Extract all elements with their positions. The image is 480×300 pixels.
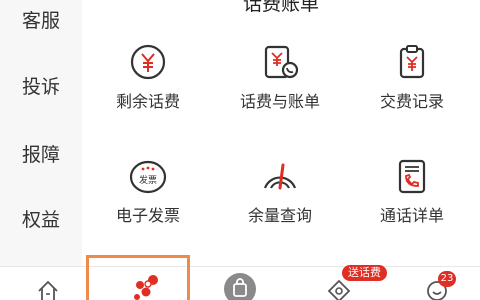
yuan-circle-icon <box>130 44 166 80</box>
section-title: 话费账单 <box>242 0 319 15</box>
sidebar-item-benefits[interactable]: 权益 <box>0 205 82 232</box>
tile-e-invoice[interactable]: 发票 电子发票 <box>82 152 214 252</box>
sidebar: 客服 投诉 报障 权益 <box>0 0 82 266</box>
service-flower-icon <box>134 275 158 300</box>
tile-label: 电子发票 <box>115 206 180 225</box>
tab-home[interactable] <box>26 267 70 300</box>
tile-bill-and-fees[interactable]: 话费与账单 <box>214 40 346 140</box>
call-detail-icon <box>398 159 426 194</box>
main-panel: 话费账单 剩余话费 话费与账单 交费记录 发票 电子发票 余量查询 通话详单 <box>82 0 480 266</box>
tab-service[interactable] <box>120 267 164 300</box>
bill-phone-icon <box>264 45 299 79</box>
bottom-tab-bar: 送话费 23 <box>0 255 480 300</box>
sidebar-item-complaint[interactable]: 投诉 <box>0 72 82 99</box>
tile-remaining-balance[interactable]: 剩余话费 <box>82 40 214 140</box>
tile-label: 交费记录 <box>379 92 444 111</box>
sidebar-item-report-fault[interactable]: 报障 <box>0 140 82 167</box>
tile-label: 通话详单 <box>379 206 444 225</box>
tile-usage-query[interactable]: 余量查询 <box>214 152 346 252</box>
tab-shop[interactable] <box>218 267 262 300</box>
home-icon <box>38 280 58 300</box>
sidebar-item-customer-service[interactable]: 客服 <box>0 6 82 33</box>
tile-label: 话费与账单 <box>239 92 320 111</box>
invoice-icon: 发票 <box>129 160 167 194</box>
gauge-icon <box>263 163 297 190</box>
tile-payment-records[interactable]: 交费记录 <box>346 40 478 140</box>
promo-badge: 送话费 <box>342 265 387 281</box>
tile-label: 余量查询 <box>247 206 312 225</box>
coin-icon <box>327 279 351 300</box>
notification-count-badge: 23 <box>438 271 456 287</box>
tile-label: 剩余话费 <box>115 92 180 111</box>
invoice-icon-text: 发票 <box>139 174 157 186</box>
payment-record-icon <box>399 45 425 79</box>
shopping-bag-icon <box>224 273 256 300</box>
tile-call-details[interactable]: 通话详单 <box>346 152 478 252</box>
